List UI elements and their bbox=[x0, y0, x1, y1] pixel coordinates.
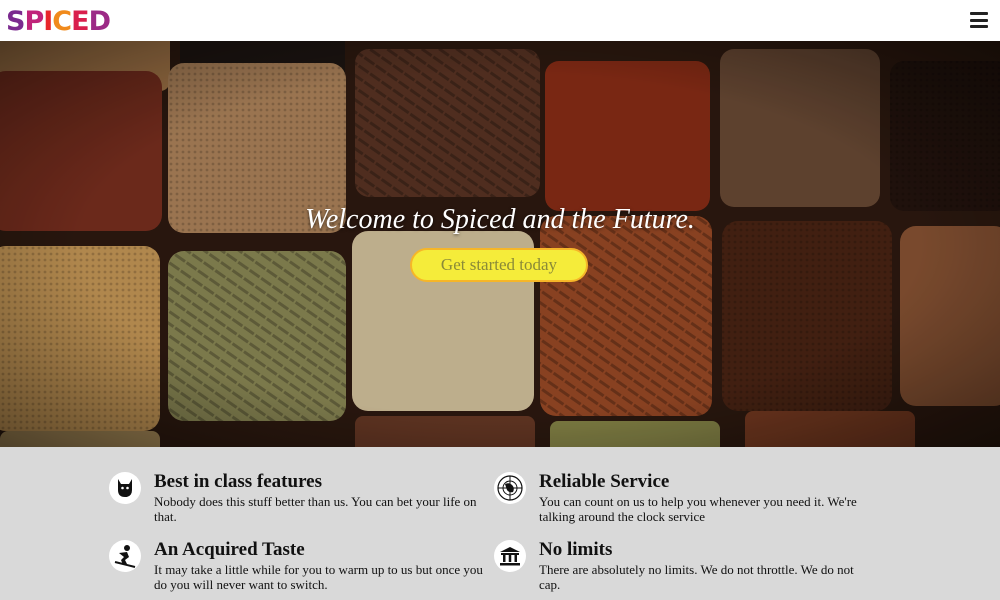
logo-letter-p: P bbox=[24, 5, 44, 37]
feature-title: Best in class features bbox=[154, 471, 322, 492]
feature-text: It may take a little while for you to wa… bbox=[154, 562, 483, 592]
logo-letter-d: D bbox=[88, 5, 111, 37]
features-section: Best in class features Nobody does this … bbox=[0, 447, 1000, 600]
feature-title: An Acquired Taste bbox=[154, 539, 305, 560]
logo-letter-s: S bbox=[6, 5, 25, 37]
spiced-logo[interactable]: S P I C E D bbox=[6, 5, 111, 37]
feature-title: Reliable Service bbox=[539, 471, 670, 492]
feature-text: There are absolutely no limits. We do no… bbox=[539, 562, 854, 592]
logo-letter-e: E bbox=[71, 5, 89, 37]
top-nav: S P I C E D bbox=[0, 0, 1000, 41]
skier-icon bbox=[109, 540, 141, 572]
hero-banner: Welcome to Spiced and the Future. Get st… bbox=[0, 41, 1000, 447]
hamburger-menu-icon[interactable] bbox=[970, 12, 988, 28]
hero-title: Welcome to Spiced and the Future. bbox=[305, 204, 695, 235]
get-started-button[interactable]: Get started today bbox=[410, 248, 588, 282]
logo-letter-i: I bbox=[43, 5, 53, 37]
feature-text: Nobody does this stuff better than us. Y… bbox=[154, 494, 477, 524]
feature-title: No limits bbox=[539, 539, 613, 560]
globe-icon bbox=[494, 472, 526, 504]
feature-text: You can count on us to help you whenever… bbox=[539, 494, 857, 524]
logo-letter-c: C bbox=[52, 5, 72, 37]
spice-baskets-background bbox=[0, 41, 1000, 447]
bank-icon bbox=[494, 540, 526, 572]
cat-icon bbox=[109, 472, 141, 504]
